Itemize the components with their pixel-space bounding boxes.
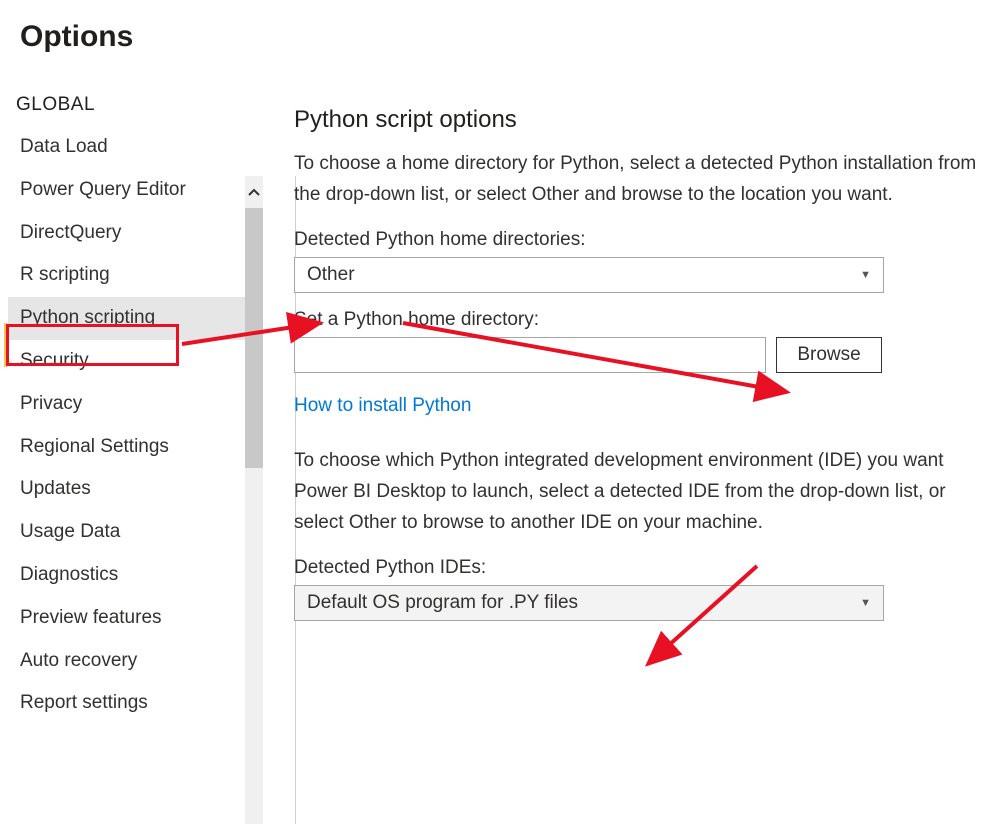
detected-ide-value: Default OS program for .PY files	[307, 592, 578, 614]
sidebar-item-report-settings[interactable]: Report settings	[8, 682, 258, 725]
main-panel: Python script options To choose a home d…	[258, 88, 1007, 725]
section-title: Python script options	[294, 106, 999, 134]
sidebar-item-diagnostics[interactable]: Diagnostics	[8, 554, 258, 597]
sidebar-item-auto-recovery[interactable]: Auto recovery	[8, 640, 258, 683]
set-home-label: Set a Python home directory:	[294, 309, 999, 331]
detected-home-label: Detected Python home directories:	[294, 229, 999, 251]
detected-ide-dropdown[interactable]: Default OS program for .PY files ▼	[294, 585, 884, 621]
home-directory-input[interactable]	[294, 337, 766, 373]
intro-text: To choose a home directory for Python, s…	[294, 148, 999, 211]
sidebar-item-regional-settings[interactable]: Regional Settings	[8, 426, 258, 469]
selection-accent-bar	[4, 323, 7, 367]
browse-button[interactable]: Browse	[776, 337, 882, 373]
sidebar-item-updates[interactable]: Updates	[8, 468, 258, 511]
sidebar-section-global: GLOBAL	[8, 88, 258, 126]
sidebar-item-power-query-editor[interactable]: Power Query Editor	[8, 169, 258, 212]
chevron-down-icon: ▼	[860, 597, 871, 609]
sidebar-nav-list: Data Load Power Query Editor DirectQuery…	[8, 126, 258, 725]
sidebar-item-data-load[interactable]: Data Load	[8, 126, 258, 169]
chevron-down-icon: ▼	[860, 269, 871, 281]
sidebar-item-usage-data[interactable]: Usage Data	[8, 511, 258, 554]
sidebar-item-security[interactable]: Security	[8, 340, 258, 383]
detected-home-dropdown[interactable]: Other ▼	[294, 257, 884, 293]
sidebar: GLOBAL Data Load Power Query Editor Dire…	[0, 88, 258, 725]
install-python-link[interactable]: How to install Python	[294, 395, 471, 417]
detected-home-value: Other	[307, 264, 355, 286]
sidebar-item-directquery[interactable]: DirectQuery	[8, 212, 258, 255]
detected-ide-label: Detected Python IDEs:	[294, 557, 999, 579]
options-header: Options	[0, 0, 1007, 64]
sidebar-item-privacy[interactable]: Privacy	[8, 383, 258, 426]
ide-intro-text: To choose which Python integrated develo…	[294, 445, 999, 539]
page-title: Options	[20, 20, 1007, 54]
sidebar-item-python-scripting[interactable]: Python scripting	[8, 297, 258, 340]
sidebar-item-r-scripting[interactable]: R scripting	[8, 254, 258, 297]
sidebar-item-preview-features[interactable]: Preview features	[8, 597, 258, 640]
